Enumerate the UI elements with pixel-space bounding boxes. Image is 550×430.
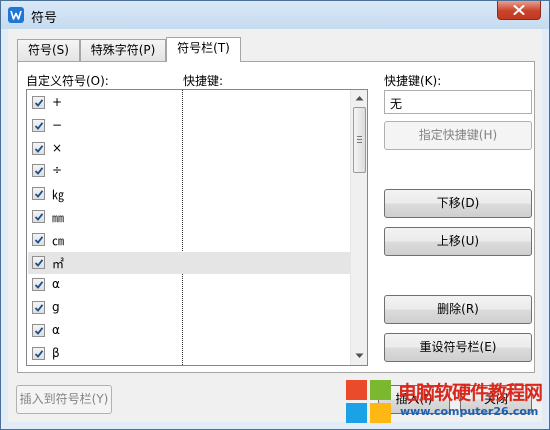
tab-symbols[interactable]: 符号(S) [17,39,80,61]
assign-shortcut-button[interactable]: 指定快捷键(H) [384,121,532,150]
symbol-glyph: g [52,300,60,315]
symbol-checkbox[interactable] [32,255,45,269]
checkmark-icon [34,281,44,290]
symbol-list-item[interactable]: ㎡ [28,251,350,274]
symbol-dialog: 符号 符号(S) 特殊字符(P) 符号栏(T) 自定义符号(O): 快捷键: +… [0,0,550,430]
move-up-button[interactable]: 上移(U) [384,227,532,256]
symbol-checkbox[interactable] [32,232,45,246]
watermark-title: 电脑软硬件教程网 [398,382,543,404]
checkmark-icon [34,144,44,153]
checkmark-icon [34,190,44,199]
symbol-checkbox[interactable] [32,164,45,178]
checkmark-icon [34,236,44,244]
tab-special-characters[interactable]: 特殊字符(P) [80,39,166,61]
custom-symbol-list[interactable]: + − × ÷ ㎏㎜㎝㎡ α g α β [26,89,368,366]
wps-writer-icon [8,7,24,23]
symbol-list-item[interactable]: α [28,274,350,296]
symbol-glyph: ÷ [52,163,63,178]
shortcut-column-label: 快捷键: [183,74,224,88]
checkmark-icon [34,258,44,267]
symbol-glyph: α [52,277,60,292]
symbol-glyph: ㎜ [52,211,65,225]
symbol-checkbox[interactable] [32,278,45,292]
symbol-checkbox[interactable] [32,96,45,109]
symbol-list-item[interactable]: − [28,115,350,137]
symbol-glyph: ㎝ [52,233,65,248]
delete-button[interactable]: 删除(R) [384,295,532,324]
symbol-list-item[interactable]: g [28,297,350,319]
symbol-glyph: ㎡ [52,256,65,271]
symbol-list-item[interactable]: ㎝ [28,229,350,251]
checkmark-icon [34,213,44,221]
symbol-glyph: α [52,323,60,337]
checkmark-icon [34,99,44,107]
symbol-glyph: × [52,140,63,155]
reset-symbol-bar-button[interactable]: 重设符号栏(E) [384,333,532,362]
symbol-list-item[interactable]: + [28,92,350,114]
windows-logo-icon [346,380,392,424]
symbol-glyph: β [52,345,60,360]
symbol-list-item[interactable]: ㎏ [28,183,350,205]
insert-to-symbol-bar-button[interactable]: 插入到符号栏(Y) [16,385,112,414]
checkmark-icon [34,167,44,176]
symbol-list-item[interactable]: ÷ [28,160,350,182]
site-watermark: 电脑软硬件教程网 www.computer26.com [338,374,550,430]
checkmark-icon [34,122,44,130]
scroll-up-button[interactable] [351,90,367,107]
window-title: 符号 [31,11,58,26]
symbol-list-item[interactable]: β [28,343,350,365]
scroll-thumb[interactable] [353,107,366,173]
title-bar[interactable]: 符号 [1,1,549,29]
symbol-checkbox[interactable] [32,301,45,315]
symbol-glyph: − [52,117,63,132]
tab-symbol-bar[interactable]: 符号栏(T) [166,37,241,62]
scroll-down-icon [355,353,364,358]
symbol-checkbox[interactable] [32,324,45,337]
symbol-list-item[interactable]: α [28,320,350,342]
close-icon [513,5,525,15]
symbol-checkbox[interactable] [32,118,45,132]
watermark-url: www.computer26.com [400,405,539,418]
symbol-checkbox[interactable] [32,210,45,223]
dialog-body: 符号(S) 特殊字符(P) 符号栏(T) 自定义符号(O): 快捷键: + − × ÷… [8,29,542,422]
checkmark-icon [34,327,44,335]
symbol-bar-panel: 自定义符号(O): 快捷键: + − × ÷ ㎏㎜㎝㎡ α g α β 快捷键(… [17,61,535,373]
scroll-up-icon [355,96,364,101]
move-down-button[interactable]: 下移(D) [384,189,532,218]
symbol-list-item[interactable]: × [28,138,350,160]
scroll-down-button[interactable] [351,348,367,365]
list-scrollbar[interactable] [350,90,367,365]
custom-symbols-label: 自定义符号(O): [26,74,109,88]
shortcut-key-label: 快捷键(K): [384,74,442,88]
shortcut-key-field[interactable]: 无 [384,90,532,114]
symbol-glyph: ㎏ [52,188,65,203]
checkmark-icon [34,350,44,358]
symbol-checkbox[interactable] [32,346,45,360]
symbol-glyph: + [52,95,63,109]
symbol-list-item[interactable]: ㎜ [28,206,350,228]
symbol-checkbox[interactable] [32,141,45,155]
close-window-button[interactable] [497,1,541,20]
checkmark-icon [34,304,44,313]
symbol-checkbox[interactable] [32,187,45,201]
